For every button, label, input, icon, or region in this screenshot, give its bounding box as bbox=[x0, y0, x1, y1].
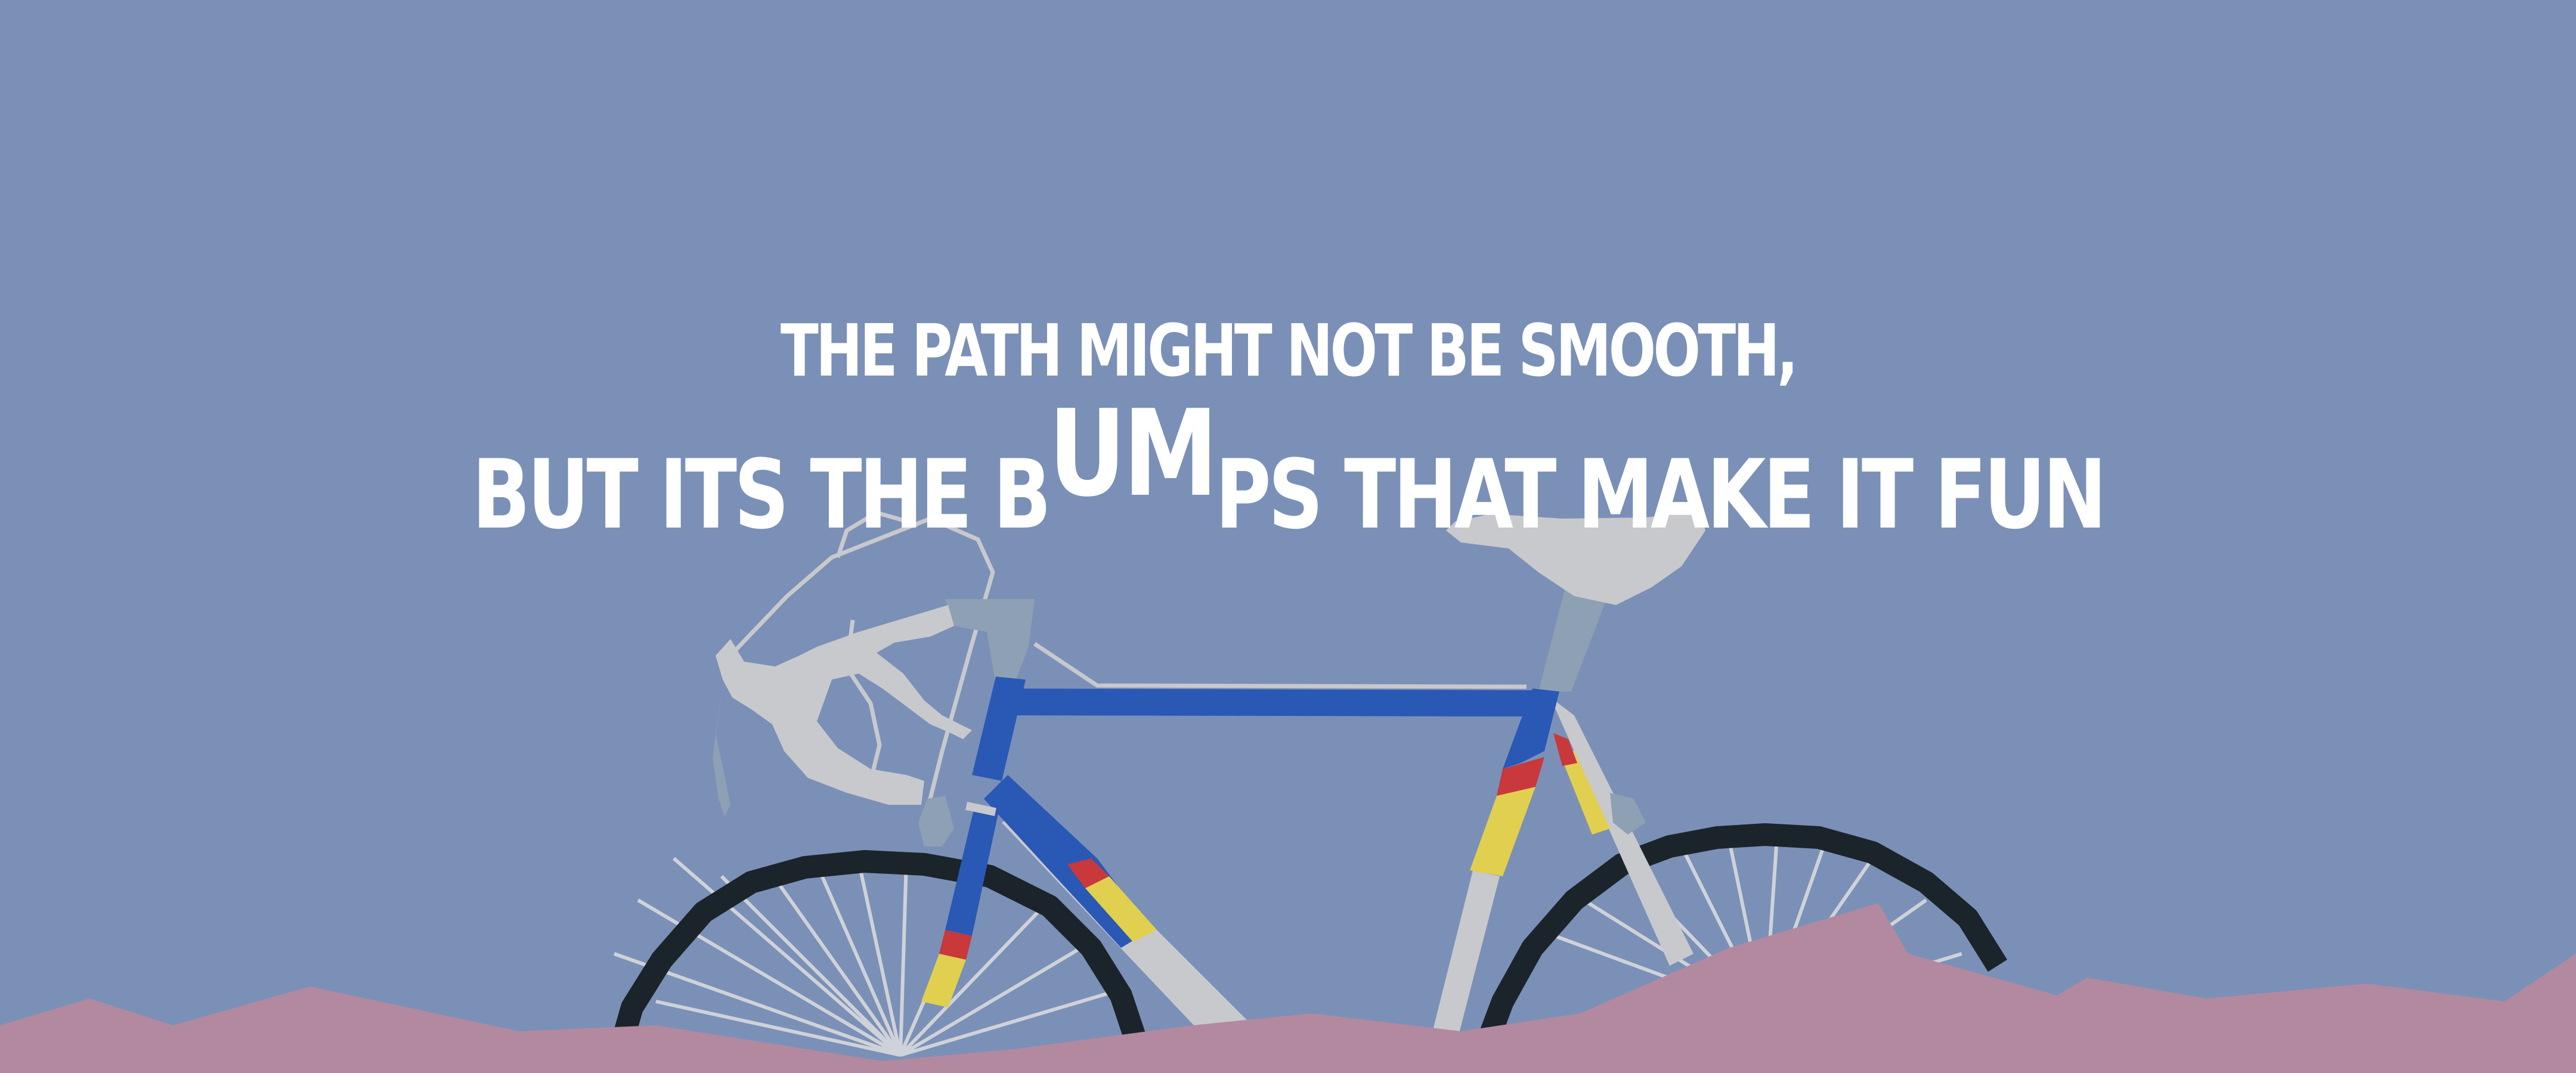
head-tube bbox=[972, 677, 1026, 781]
drop-bar bbox=[716, 605, 972, 805]
quote-raised-letters: UM bbox=[1048, 384, 1218, 523]
fork-stripe-yellow bbox=[921, 954, 966, 1007]
rear-wheel-spokes bbox=[613, 857, 1122, 1057]
brake-lever-left bbox=[713, 691, 730, 817]
top-tube bbox=[1008, 689, 1541, 717]
rear-wheel bbox=[609, 850, 1150, 1057]
quote-line-1: THE PATH MIGHT NOT BE SMOOTH, bbox=[780, 310, 1798, 393]
seat-post bbox=[1538, 587, 1610, 691]
frame bbox=[918, 511, 1705, 1049]
stem bbox=[945, 599, 1035, 686]
quote-line-2: BUT ITS THE BUMPS THAT MAKE IT FUN bbox=[258, 384, 2318, 556]
front-brake bbox=[918, 796, 954, 846]
ground-bumps bbox=[0, 903, 2576, 1073]
seat-tube-stripe-yellow bbox=[1470, 787, 1535, 876]
quote-line-2-start: BUT ITS THE B bbox=[472, 439, 1051, 550]
quote-line-2-end: PS THAT MAKE IT FUN bbox=[1215, 439, 2107, 550]
